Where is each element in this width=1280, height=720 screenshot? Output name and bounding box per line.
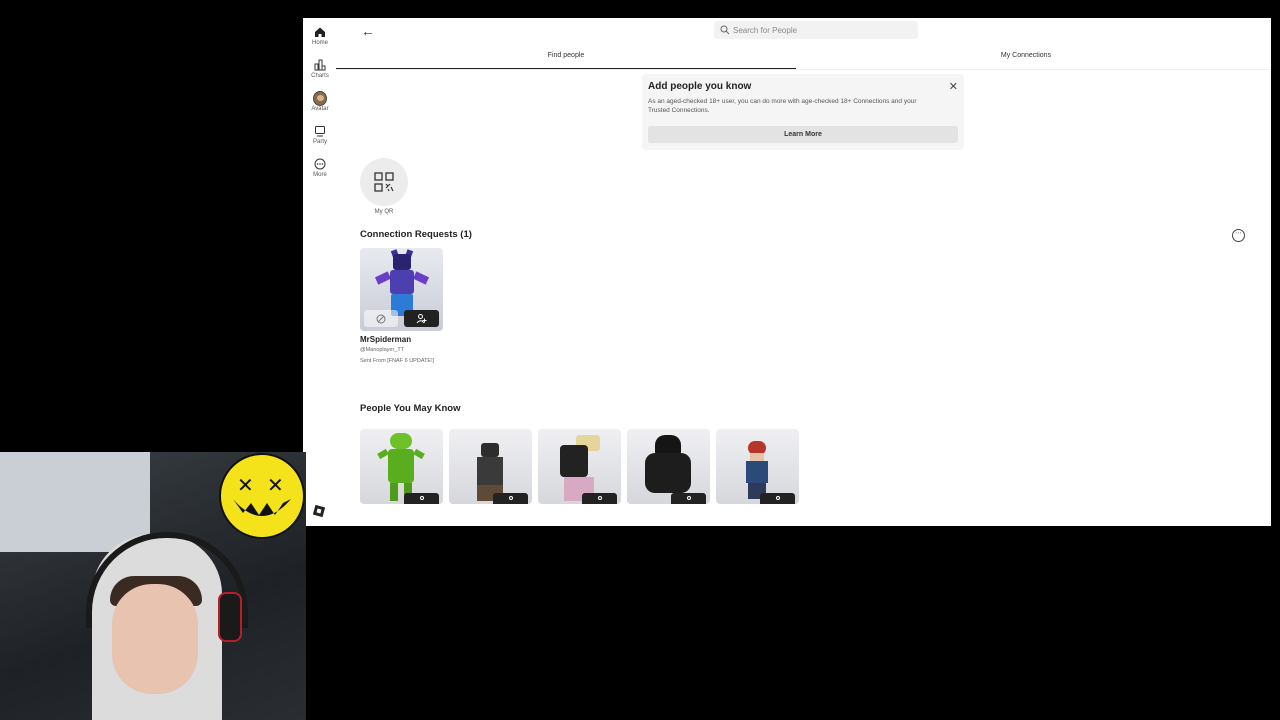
add-friend-button[interactable] xyxy=(404,493,439,504)
tab-find-people[interactable]: Find people xyxy=(336,52,796,69)
rail-item-more[interactable]: More xyxy=(303,157,337,178)
tab-divider xyxy=(336,69,1271,70)
rail-item-avatar[interactable]: Avatar xyxy=(303,90,337,112)
rail-item-party[interactable]: Party xyxy=(303,124,337,145)
add-friend-icon xyxy=(419,495,424,500)
add-friend-button[interactable] xyxy=(760,493,795,504)
add-friend-icon xyxy=(597,495,602,500)
rail-label-home: Home xyxy=(311,40,328,46)
add-friend-icon xyxy=(686,495,691,500)
roblox-app-window: Home Charts Avatar Party More ← Search f… xyxy=(303,18,1271,526)
roblox-logo-icon[interactable] xyxy=(312,504,326,518)
suggested-person-card[interactable] xyxy=(360,429,443,504)
smiley-logo-icon: ✕ ✕ xyxy=(219,453,305,539)
decline-icon xyxy=(376,314,386,323)
suggested-person-card[interactable] xyxy=(716,429,799,504)
add-people-card: Add people you know ✕ As an aged-checked… xyxy=(642,74,964,150)
add-friend-button[interactable] xyxy=(671,493,706,504)
avatar-thumbnail xyxy=(374,249,430,316)
add-people-title: Add people you know xyxy=(648,81,752,92)
request-username[interactable]: MrSpiderman xyxy=(360,335,411,344)
request-card-avatar[interactable] xyxy=(360,248,443,331)
home-icon xyxy=(313,25,327,39)
my-qr-button[interactable]: My QR xyxy=(360,158,408,215)
rail-label-more: More xyxy=(313,172,327,178)
qr-code-icon xyxy=(360,158,408,206)
rail-item-home[interactable]: Home xyxy=(303,25,337,46)
my-qr-label: My QR xyxy=(374,209,394,215)
add-people-description: As an aged-checked 18+ user, you can do … xyxy=(648,98,917,114)
decline-request-button[interactable] xyxy=(364,310,398,327)
rail-label-party: Party xyxy=(312,139,327,145)
add-friend-icon xyxy=(508,495,513,500)
search-placeholder: Search for People xyxy=(733,25,798,35)
more-icon xyxy=(313,157,327,171)
tab-my-connections[interactable]: My Connections xyxy=(796,52,1256,68)
search-input[interactable]: Search for People xyxy=(714,21,918,39)
rail-label-charts: Charts xyxy=(311,73,329,79)
accept-request-button[interactable] xyxy=(404,310,439,327)
suggested-person-card[interactable] xyxy=(538,429,621,504)
connection-requests-title: Connection Requests (1) xyxy=(360,229,472,240)
add-friend-icon xyxy=(775,495,780,500)
suggested-person-card[interactable] xyxy=(627,429,710,504)
more-options-icon[interactable]: ⋯ xyxy=(1232,229,1245,242)
people-you-may-know-title: People You May Know xyxy=(360,403,461,414)
rail-item-charts[interactable]: Charts xyxy=(303,58,337,79)
add-friend-icon xyxy=(416,314,427,324)
charts-icon xyxy=(313,58,327,72)
left-navigation-rail: Home Charts Avatar Party More xyxy=(303,18,337,526)
learn-more-button[interactable]: Learn More xyxy=(648,126,958,143)
close-icon[interactable]: ✕ xyxy=(949,80,958,93)
suggested-person-card[interactable] xyxy=(449,429,532,504)
rail-label-avatar: Avatar xyxy=(311,106,329,112)
party-icon xyxy=(313,124,327,138)
add-friend-button[interactable] xyxy=(493,493,528,504)
avatar-icon xyxy=(313,90,327,106)
request-handle: @Manoplayer_TT xyxy=(360,347,405,353)
request-sent-from: Sent From [FNAF 6 UPDATE!] xyxy=(360,358,435,364)
back-arrow-icon[interactable]: ← xyxy=(361,23,375,39)
add-friend-button[interactable] xyxy=(582,493,617,504)
search-icon xyxy=(720,25,730,35)
